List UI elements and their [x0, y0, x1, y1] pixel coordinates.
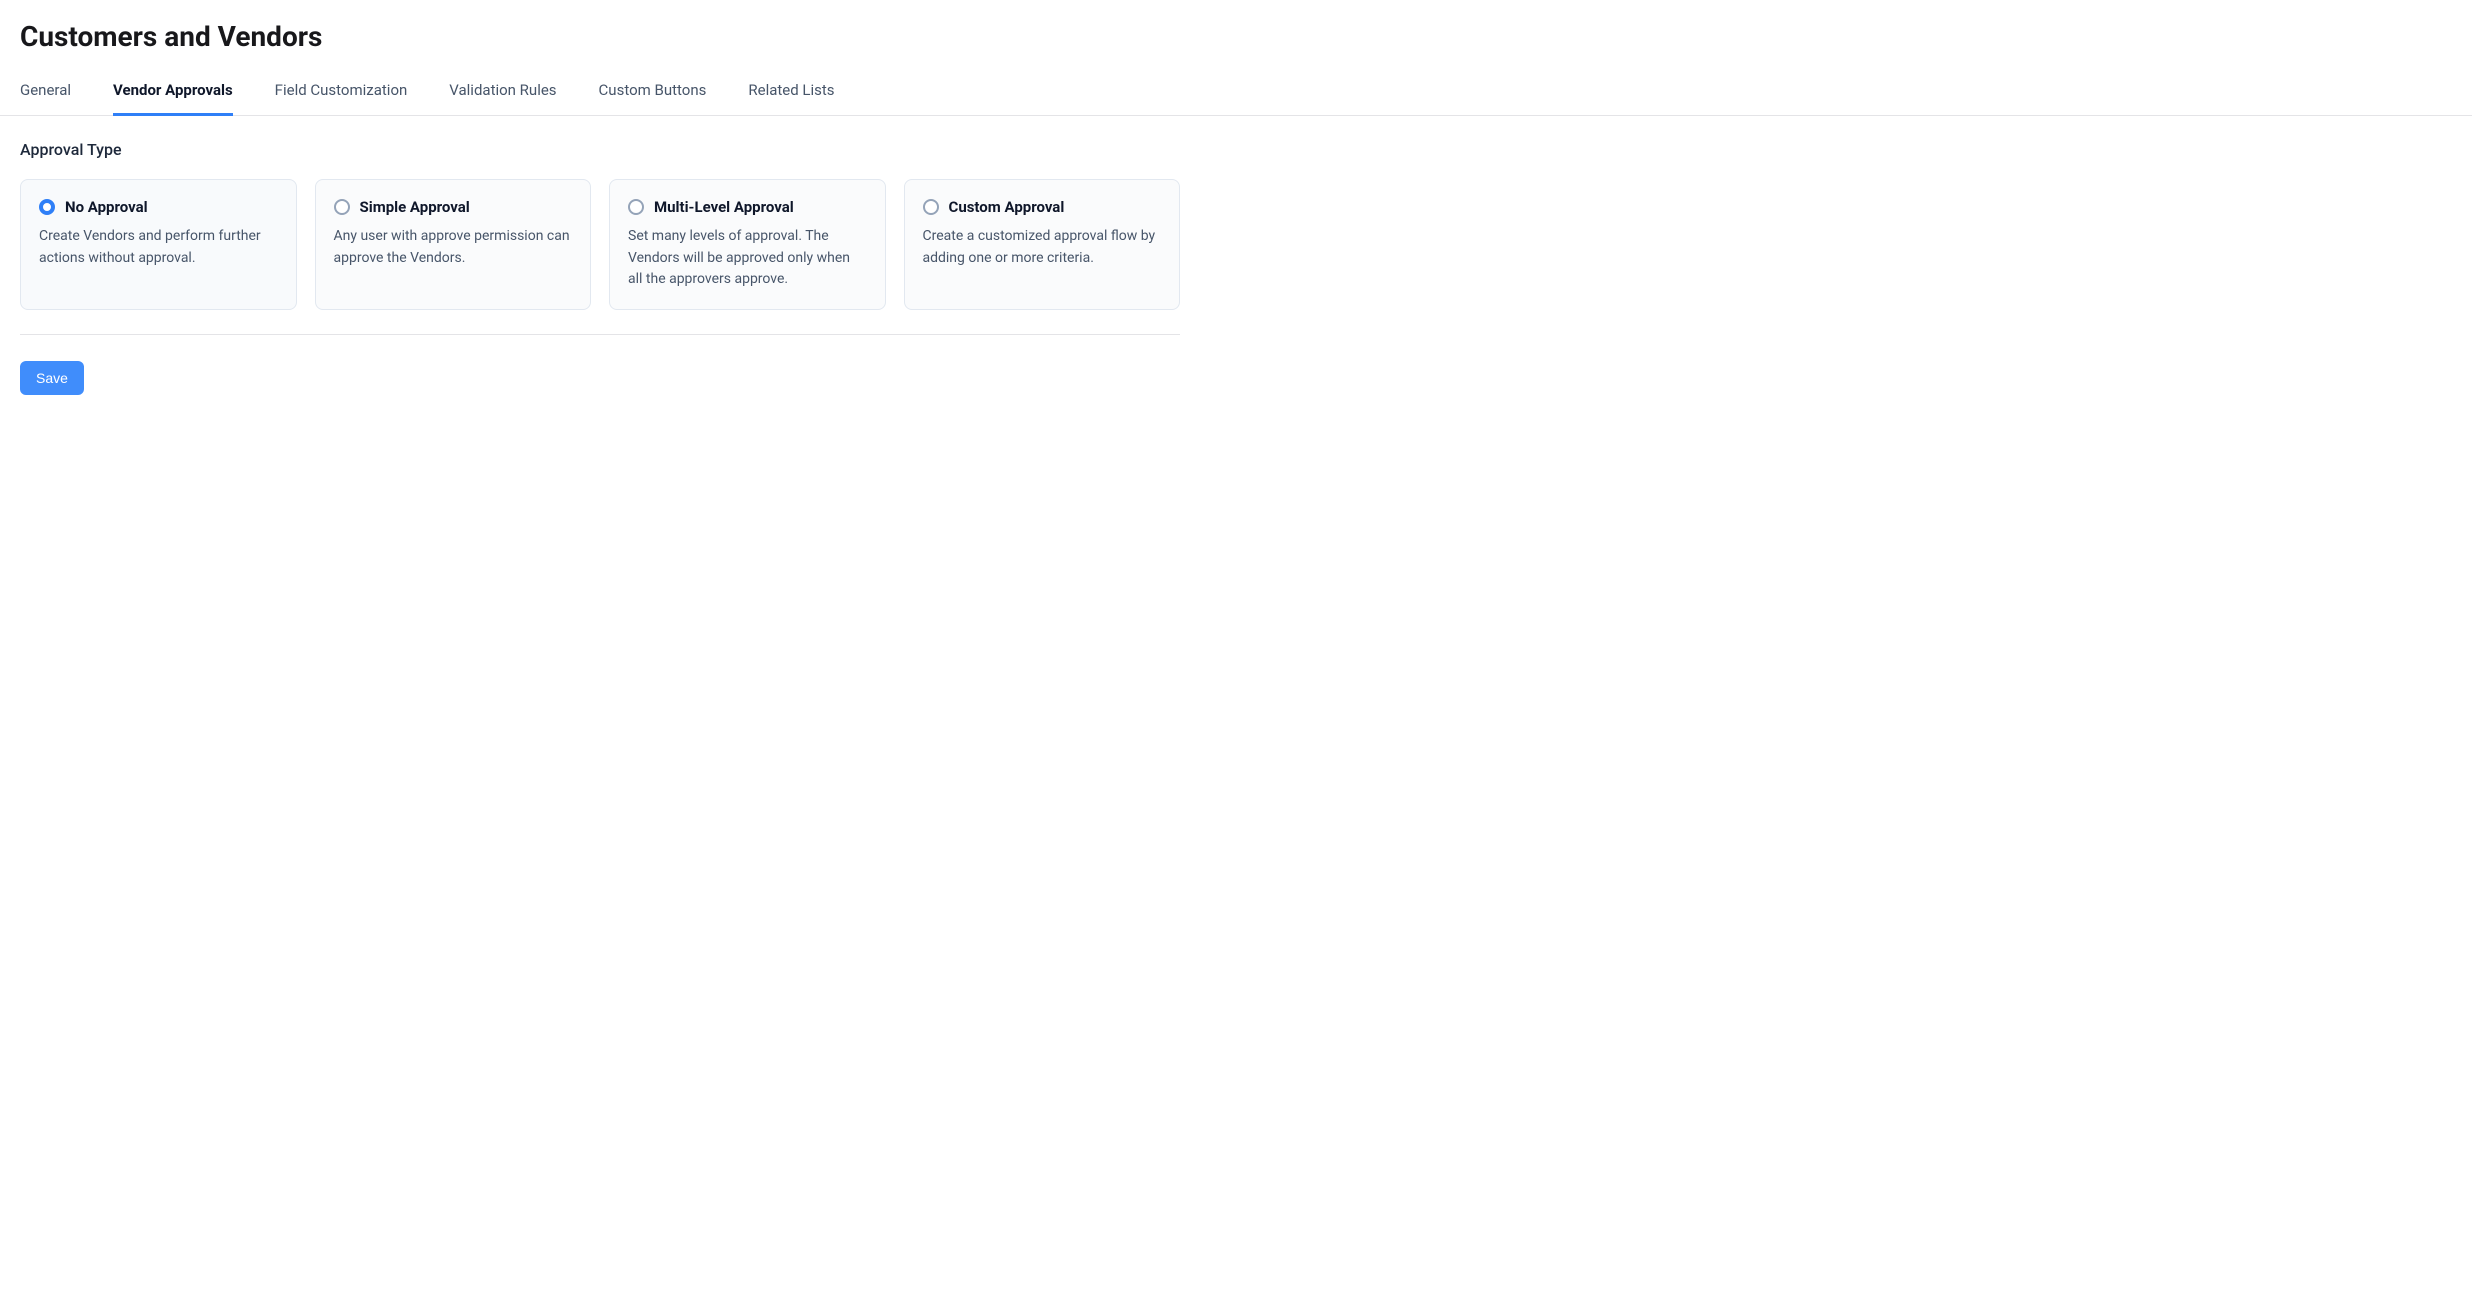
- content-area: Approval Type No Approval Create Vendors…: [0, 116, 1200, 419]
- option-header: Multi-Level Approval: [628, 198, 867, 216]
- option-title: Custom Approval: [949, 198, 1065, 216]
- option-title: Multi-Level Approval: [654, 198, 794, 216]
- tab-custom-buttons[interactable]: Custom Buttons: [599, 81, 707, 116]
- option-header: Simple Approval: [334, 198, 573, 216]
- radio-icon[interactable]: [334, 199, 350, 215]
- radio-icon[interactable]: [39, 199, 55, 215]
- option-multi-level-approval[interactable]: Multi-Level Approval Set many levels of …: [609, 179, 886, 310]
- approval-options: No Approval Create Vendors and perform f…: [20, 179, 1180, 310]
- option-simple-approval[interactable]: Simple Approval Any user with approve pe…: [315, 179, 592, 310]
- tab-vendor-approvals[interactable]: Vendor Approvals: [113, 81, 233, 116]
- section-label: Approval Type: [20, 140, 1180, 159]
- option-desc: Create a customized approval flow by add…: [923, 226, 1162, 269]
- option-custom-approval[interactable]: Custom Approval Create a customized appr…: [904, 179, 1181, 310]
- tab-field-customization[interactable]: Field Customization: [275, 81, 408, 116]
- radio-icon[interactable]: [628, 199, 644, 215]
- radio-icon[interactable]: [923, 199, 939, 215]
- option-desc: Create Vendors and perform further actio…: [39, 226, 278, 269]
- option-header: No Approval: [39, 198, 278, 216]
- option-no-approval[interactable]: No Approval Create Vendors and perform f…: [20, 179, 297, 310]
- option-title: No Approval: [65, 198, 148, 216]
- divider: [20, 334, 1180, 335]
- tab-related-lists[interactable]: Related Lists: [748, 81, 834, 116]
- option-desc: Set many levels of approval. The Vendors…: [628, 226, 867, 291]
- save-button[interactable]: Save: [20, 361, 84, 395]
- page-header: Customers and Vendors: [0, 0, 2472, 53]
- page-title: Customers and Vendors: [20, 20, 2452, 53]
- tab-validation-rules[interactable]: Validation Rules: [449, 81, 556, 116]
- option-title: Simple Approval: [360, 198, 470, 216]
- option-header: Custom Approval: [923, 198, 1162, 216]
- option-desc: Any user with approve permission can app…: [334, 226, 573, 269]
- tabs: General Vendor Approvals Field Customiza…: [0, 81, 2472, 116]
- tab-general[interactable]: General: [20, 81, 71, 116]
